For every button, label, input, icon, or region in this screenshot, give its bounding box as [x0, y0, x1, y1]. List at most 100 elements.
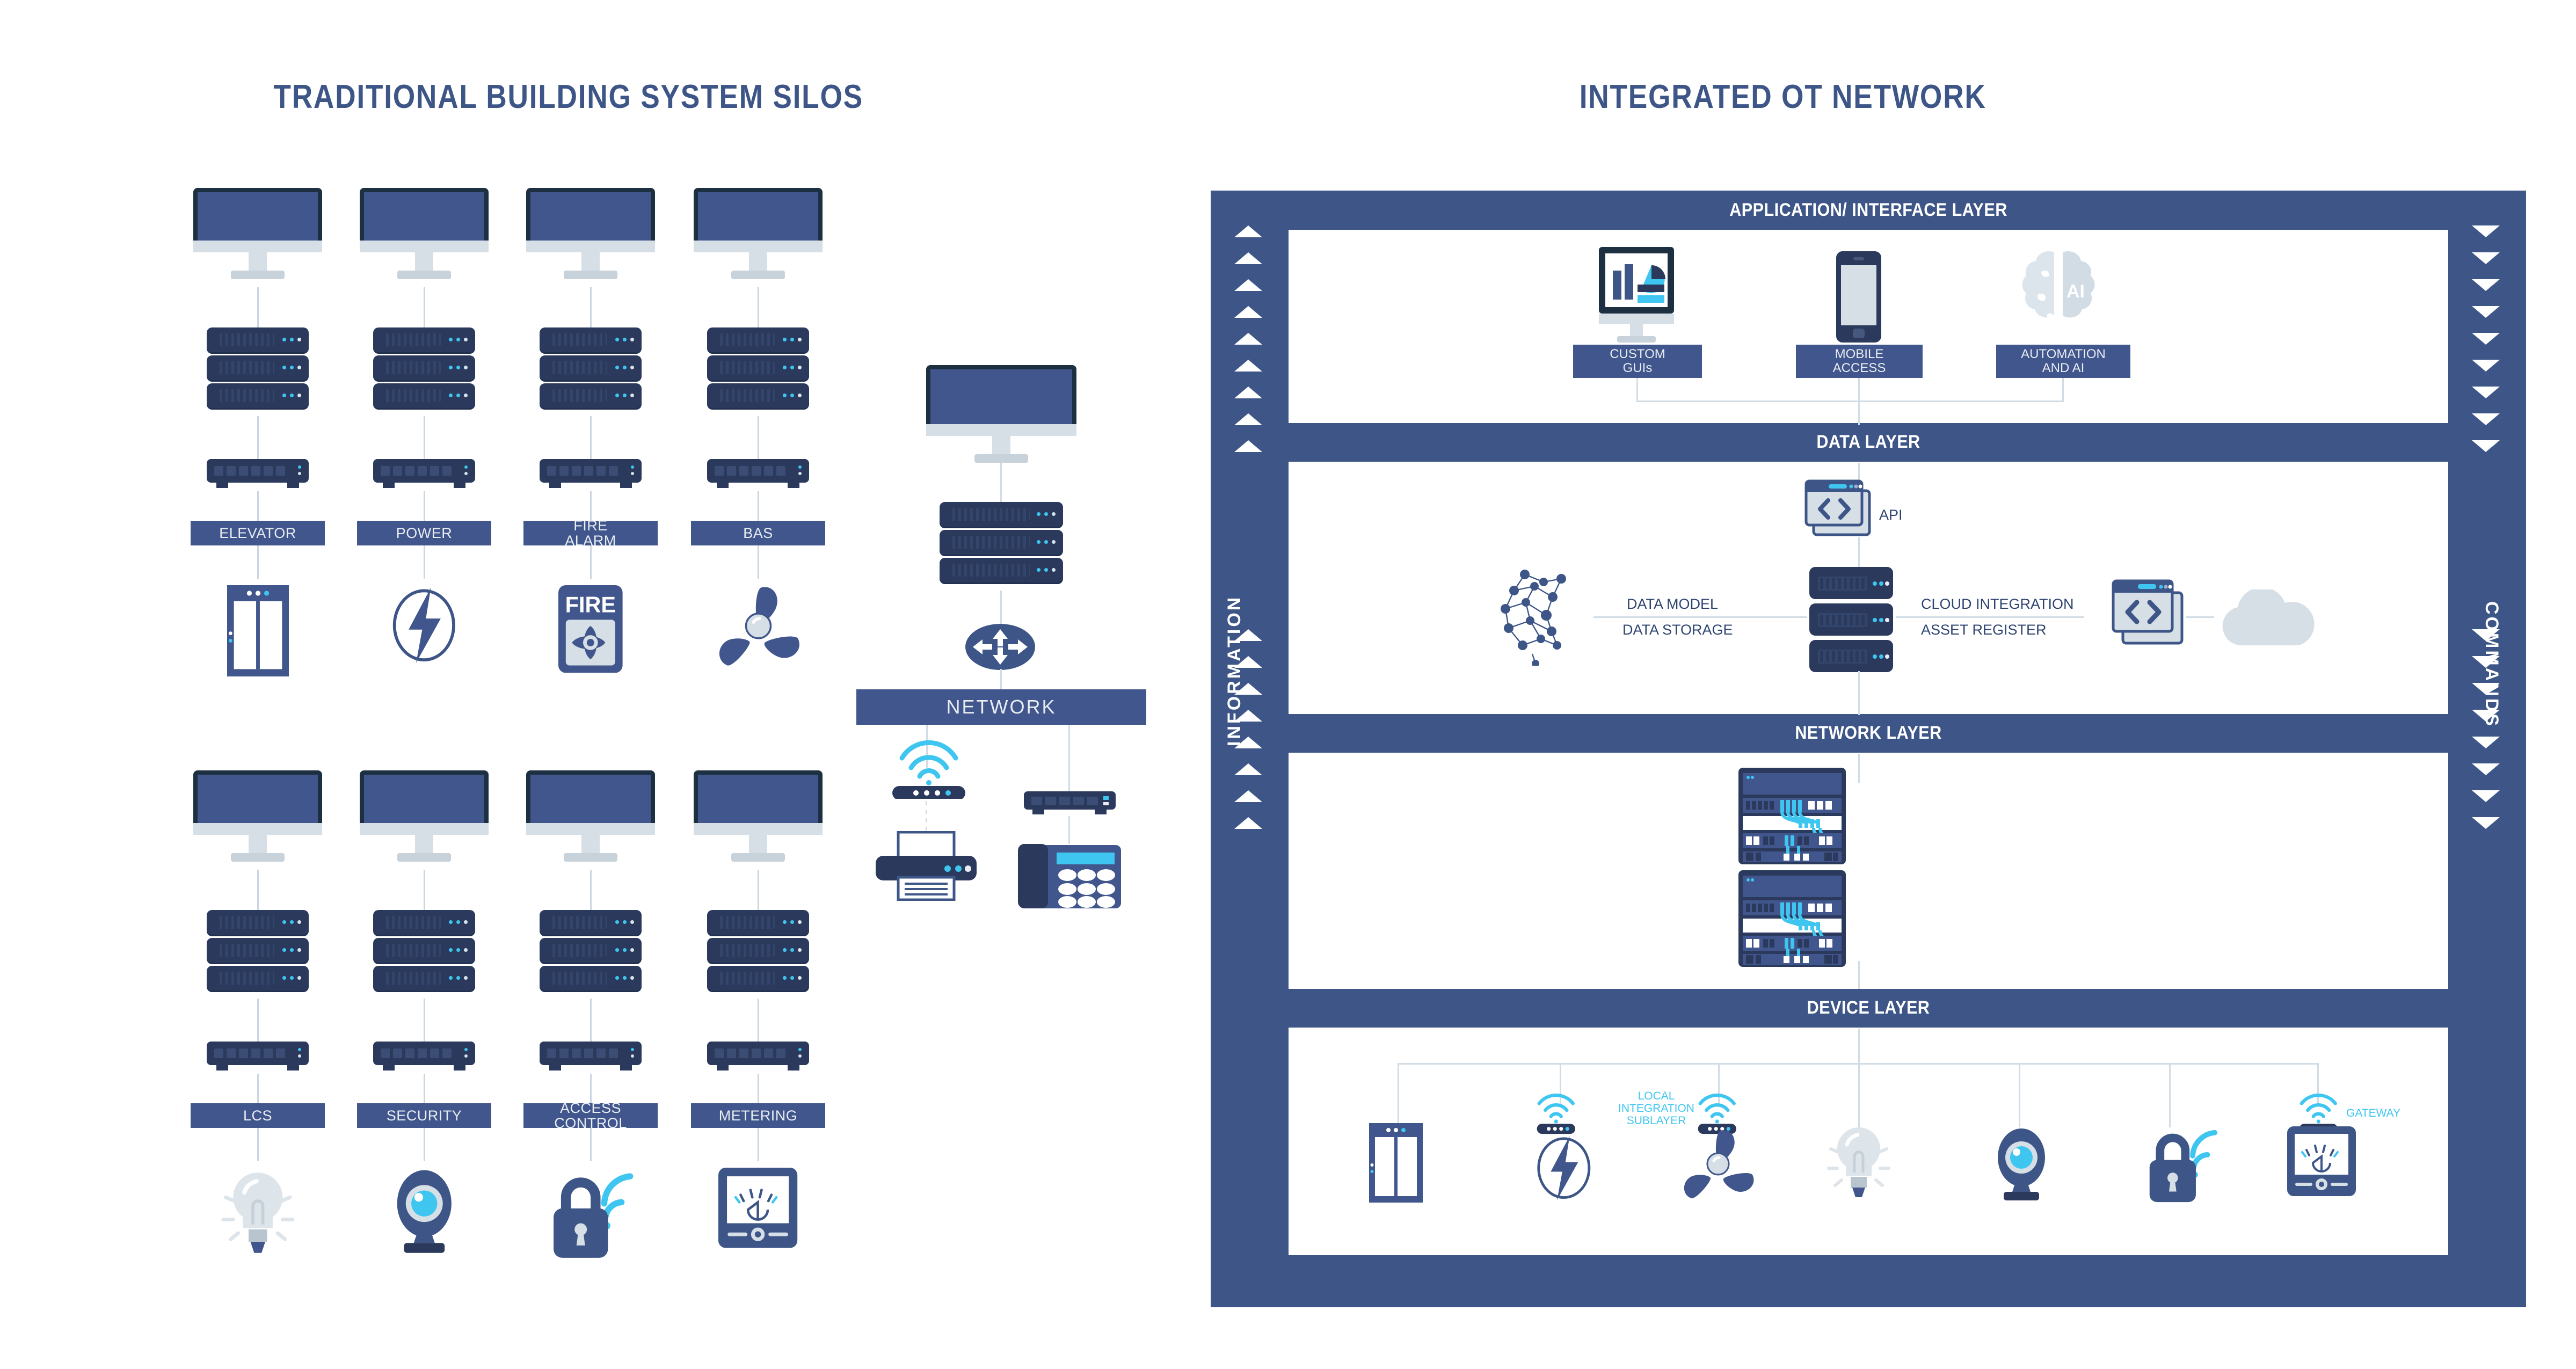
- server-rack-icon: [707, 327, 809, 411]
- desktop-monitor-icon: [694, 188, 823, 279]
- connector-line: [1896, 616, 2084, 618]
- arrow-down-icon: [2472, 440, 2500, 452]
- device-bus-line: [1398, 1063, 2317, 1065]
- connector-line: [1636, 378, 1638, 402]
- network-rack-cabinet-icon: [1738, 768, 1846, 973]
- left-panel-title: TRADITIONAL BUILDING SYSTEM SILOS: [273, 78, 863, 115]
- connector-line: [1858, 961, 1860, 989]
- arrow-up-icon: [1234, 252, 1262, 264]
- silo-label-text: ACCESS CONTROL: [554, 1099, 627, 1131]
- silo-label-chip: LCS: [191, 1103, 325, 1128]
- fire-alarm-icon: FIRE: [510, 585, 671, 673]
- network-switch-icon: [207, 1042, 309, 1071]
- silo-label-chip: POWER: [357, 521, 491, 545]
- server-rack-icon: [373, 327, 475, 411]
- silo-label-chip: METERING: [691, 1103, 825, 1128]
- arrow-down-icon: [2472, 306, 2500, 318]
- desktop-monitor-icon: [926, 365, 1076, 463]
- commands-arrow-column: [2470, 225, 2502, 844]
- server-rack-icon: [373, 910, 475, 994]
- desktop-monitor-icon: [193, 188, 322, 279]
- silo-label-text: BAS: [743, 525, 773, 541]
- dashboard-monitor-icon: [1589, 247, 1683, 346]
- server-rack-icon: [540, 910, 642, 994]
- network-switch-icon: [707, 459, 809, 488]
- svg-text:FIRE: FIRE: [565, 593, 616, 617]
- desktop-monitor-icon: [193, 770, 322, 862]
- silo-label-chip: ELEVATOR: [191, 521, 325, 545]
- arrow-up-icon: [1234, 790, 1262, 802]
- silo-label-chip: SECURITY: [357, 1103, 491, 1128]
- network-switch-icon: [207, 459, 309, 488]
- network-label-chip: NETWORK: [856, 689, 1146, 725]
- cloud-icon: [2212, 587, 2319, 651]
- smartphone-icon: [1836, 251, 1881, 345]
- gateway-node-icon: [1530, 1088, 1582, 1138]
- silo-label-text: METERING: [718, 1107, 798, 1124]
- arrow-down-icon: [2472, 413, 2500, 425]
- connector-line: [1593, 616, 1807, 618]
- layer-band-network: NETWORK LAYER: [1276, 716, 2461, 749]
- layer-band-data: DATA LAYER: [1276, 425, 2461, 458]
- silo-label-text: ELEVATOR: [219, 525, 296, 541]
- arrow-up-icon: [1234, 763, 1262, 775]
- meter-gauge-icon: [2287, 1126, 2356, 1199]
- arrow-down-icon: [2472, 360, 2500, 372]
- arrow-up-icon: [1234, 360, 1262, 372]
- arrow-down-icon: [2472, 252, 2500, 264]
- padlock-wifi-icon: [510, 1168, 671, 1261]
- server-rack-icon: [540, 327, 642, 411]
- layer-band-application: APPLICATION/ INTERFACE LAYER: [1276, 193, 2461, 227]
- desktop-monitor-icon: [526, 188, 655, 279]
- commands-label: COMMANDS: [2482, 601, 2502, 728]
- meter-gauge-icon: [678, 1168, 839, 1248]
- network-rack-unit: [1738, 768, 1846, 867]
- arrow-up-icon: [1234, 225, 1262, 237]
- silo-column-security: SECURITY: [344, 770, 505, 1307]
- desk-phone-icon: [1016, 840, 1123, 913]
- wifi-router-icon: [886, 734, 972, 802]
- data-storage-label: DATA STORAGE: [1622, 622, 1733, 638]
- svg-text:AI: AI: [2066, 281, 2085, 302]
- desktop-monitor-icon: [526, 770, 655, 862]
- network-cluster: NETWORK: [856, 365, 1146, 1117]
- silo-label-text: FIRE ALARM: [565, 517, 616, 549]
- code-window-icon: [2111, 579, 2186, 651]
- network-layer-area: [1289, 753, 2448, 989]
- elevator-icon: [1369, 1123, 1423, 1205]
- silo-label-text: SECURITY: [386, 1107, 462, 1124]
- elevator-icon: [177, 585, 338, 677]
- silo-column-access-control: ACCESS CONTROL: [510, 770, 671, 1307]
- arrow-down-icon: [2472, 225, 2500, 237]
- padlock-wifi-icon: [2142, 1125, 2220, 1207]
- printer-icon: [872, 831, 980, 904]
- asset-register-label: ASSET REGISTER: [1921, 622, 2047, 638]
- server-rack-icon: [207, 910, 309, 994]
- network-switch-icon: [373, 1042, 475, 1071]
- database-server-icon: [1808, 565, 1894, 675]
- silo-label-chip: FIRE ALARM: [523, 518, 658, 548]
- api-label: API: [1879, 507, 1903, 523]
- silo-column-elevator: ELEVATOR: [177, 188, 338, 725]
- label-text: AUTOMATION AND AI: [2021, 347, 2106, 375]
- layer-band-device: DEVICE LAYER: [1276, 991, 2461, 1024]
- ai-brain-icon: AI: [2020, 248, 2097, 341]
- arrow-down-icon: [2472, 333, 2500, 345]
- network-switch-icon: [373, 459, 475, 488]
- lightbulb-icon: [1825, 1123, 1892, 1204]
- camera-icon: [344, 1168, 505, 1254]
- data-model-label: DATA MODEL: [1627, 596, 1719, 612]
- label-text: CUSTOM GUIs: [1610, 347, 1665, 375]
- device-drop-line: [2169, 1063, 2171, 1127]
- desktop-monitor-icon: [360, 188, 489, 279]
- desktop-monitor-icon: [360, 770, 489, 862]
- gateway-label: GATEWAY: [2346, 1107, 2401, 1119]
- device-drop-line: [1398, 1063, 1399, 1127]
- arrow-up-icon: [1234, 279, 1262, 291]
- device-drop-line: [2019, 1063, 2020, 1127]
- connector-line: [1068, 725, 1070, 792]
- connector-line: [1000, 669, 1002, 691]
- connector-line: [926, 801, 927, 834]
- network-switch-icon: [540, 459, 642, 488]
- connector-line: [1000, 463, 1002, 505]
